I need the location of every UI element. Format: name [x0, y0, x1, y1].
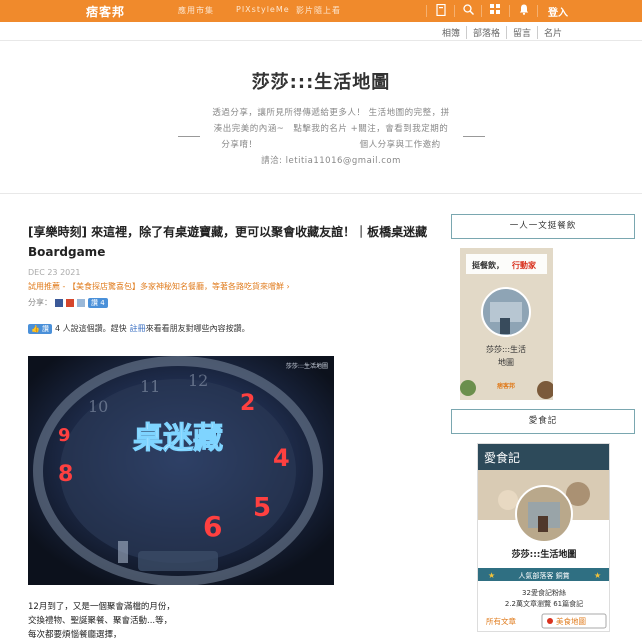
ifoodie-tab-map: 美食地圖 [556, 616, 586, 626]
nav-pixstyleme[interactable]: PIXstyleMe [236, 5, 290, 14]
ifoodie-tab-articles: 所有文章 [486, 616, 516, 626]
sign-text: 桌迷藏 [133, 421, 223, 456]
bookmark-icon[interactable] [434, 3, 448, 18]
banner-graphic: 挺餐飲， 行動家 莎莎:::生活 地圖 痞客邦 [460, 248, 553, 400]
intro-line: 透過分享，讓所見所得傳遞給更多人！ 生活地圖的完整，拼 [212, 108, 450, 118]
nav-app-market[interactable]: 應用市集 [178, 5, 214, 16]
banner-headline-accent: 行動家 [511, 260, 537, 270]
register-link[interactable]: 註冊 [130, 323, 146, 334]
post-body: 12月到了，又是一個聚會滿檔的月份， 交換禮物、聖誕聚餐、聚會活動...等， 每… [28, 600, 175, 642]
map-pin-icon [547, 618, 553, 624]
svg-text:11: 11 [140, 377, 160, 396]
blog-links: 相簿 部落格 留言 名片 [436, 26, 568, 39]
like-tail-text: 來看看朋友對哪些內容按讚。 [145, 324, 250, 333]
svg-text:10: 10 [88, 397, 108, 416]
like-label: 讚 4 [91, 298, 105, 307]
link-profile[interactable]: 名片 [536, 26, 568, 39]
divider [178, 136, 200, 137]
divider [481, 5, 482, 17]
pixnet-logo[interactable]: 痞客邦 [86, 3, 125, 20]
svg-text:★: ★ [488, 571, 495, 580]
nav-video[interactable]: 影片隨上看 [296, 5, 341, 16]
divider [0, 40, 642, 41]
search-icon[interactable] [461, 4, 475, 18]
login-button[interactable]: 登入 [548, 4, 568, 19]
post-photo: 10 11 12 2 4 5 6 8 9 桌迷藏 莎莎:::生活地圖 [28, 356, 334, 585]
like-button[interactable]: 讚 4 [88, 297, 108, 308]
sidebar-heading-restaurant-support: 一人一文挺餐飲 [451, 214, 635, 239]
banner-headline: 挺餐飲， [472, 260, 504, 270]
post-date: DEC 23 2021 [28, 268, 81, 277]
share-label: 分享： [28, 298, 52, 307]
top-bar: 痞客邦 應用市集 PIXstyleMe 影片隨上看 登入 [0, 0, 642, 22]
ifoodie-badge: 人氣部落客 銅賞 [518, 571, 569, 580]
banner-blogger: 莎莎:::生活 [486, 344, 526, 354]
svg-text:12: 12 [188, 371, 208, 390]
site-intro: 透過分享，讓所見所得傳遞給更多人！ 生活地圖的完整，拼 湊出完美的內涵~ 點擊我… [200, 105, 462, 169]
svg-text:4: 4 [273, 444, 290, 472]
ifoodie-graphic: 愛食記 莎莎:::生活地圖 人氣部落客 銅賞 ★ ★ 32愛食記粉絲 2.2萬文… [478, 444, 609, 629]
divider [0, 193, 642, 194]
body-line: 12月到了，又是一個聚會滿檔的月份， [28, 602, 175, 612]
link-album[interactable]: 相簿 [436, 26, 466, 39]
plurk-icon[interactable] [66, 298, 74, 307]
svg-text:6: 6 [203, 510, 222, 543]
support-restaurant-banner[interactable]: 挺餐飲， 行動家 莎莎:::生活 地圖 痞客邦 [460, 248, 553, 400]
link-guestbook[interactable]: 留言 [505, 26, 537, 39]
divider [537, 5, 538, 17]
like-button-small[interactable]: 👍 讚 [28, 323, 52, 334]
svg-text:5: 5 [253, 493, 271, 523]
body-line: 交換禮物、聖誕聚餐、聚會活動...等， [28, 616, 173, 626]
banner-brand: 痞客邦 [497, 382, 515, 390]
like-summary: 👍 讚 4 人說這個讚。趕快 註冊 來看看朋友對哪些內容按讚。 [28, 323, 250, 334]
divider [463, 136, 485, 137]
svg-text:9: 9 [58, 425, 71, 446]
twitter-icon[interactable] [77, 298, 85, 307]
post-title[interactable]: [享樂時刻] 來這裡，除了有桌遊寶藏，更可以聚會收藏友誼！｜板橋桌迷藏 Boar… [28, 222, 428, 262]
divider [426, 5, 427, 17]
body-line: 每次都要煩惱餐廳選擇， [28, 630, 122, 640]
intro-line: 分享唷！ 個人分享與工作邀約 [221, 140, 441, 150]
like-count-text: 4 人說這個讚。趕快 [54, 324, 127, 333]
svg-text:2: 2 [240, 391, 255, 416]
intro-line: 湊出完美的內涵~ 點擊我的名片 +關注，會看到我定期的 [213, 124, 449, 134]
site-title[interactable]: 莎莎:::生活地圖 [0, 68, 642, 94]
svg-text:★: ★ [594, 571, 601, 580]
ifoodie-widget[interactable]: 愛食記 莎莎:::生活地圖 人氣部落客 銅賞 ★ ★ 32愛食記粉絲 2.2萬文… [477, 443, 610, 632]
ifoodie-fans: 32愛食記粉絲 [522, 588, 566, 597]
sidebar-heading-ifoodie: 愛食記 [451, 409, 635, 434]
link-blog[interactable]: 部落格 [465, 26, 506, 39]
grid-icon[interactable] [488, 4, 502, 18]
facebook-icon[interactable] [55, 298, 63, 307]
bell-icon[interactable] [517, 4, 531, 18]
svg-text:8: 8 [58, 462, 73, 487]
share-bar: 分享： 讚 4 [28, 297, 108, 308]
sponsored-link[interactable]: 試用推薦 - 【美食探店驚喜包】多家神秘知名餐廳，等著各路吃貨來嚐鮮 › [28, 281, 290, 292]
divider [454, 5, 455, 17]
photo-watermark: 莎莎:::生活地圖 [286, 362, 328, 370]
banner-blogger-2: 地圖 [498, 357, 514, 367]
divider [509, 5, 510, 17]
ifoodie-blogger: 莎莎:::生活地圖 [512, 548, 577, 560]
intro-line: 請洽: letitia11016@gmail.com [261, 156, 401, 166]
ifoodie-brand: 愛食記 [484, 450, 520, 465]
ifoodie-stats: 2.2萬文章瀏覽 61篇食記 [505, 599, 583, 608]
boardgame-clock-image: 10 11 12 2 4 5 6 8 9 桌迷藏 莎莎:::生活地圖 [28, 356, 334, 585]
